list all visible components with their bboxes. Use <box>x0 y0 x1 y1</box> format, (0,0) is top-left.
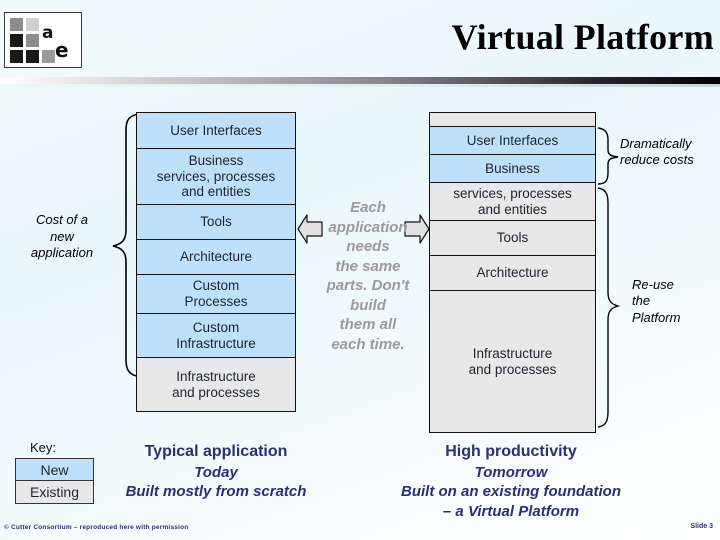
logo-square-4 <box>26 34 39 47</box>
right-stack-cell-2: Business <box>430 155 595 183</box>
right-brace-top-icon <box>597 127 619 185</box>
caption-right-line1: High productivity <box>445 443 577 460</box>
left-stack-cell-5: Custom Infrastructure <box>137 314 295 358</box>
logo-square-3 <box>10 34 23 47</box>
title-divider-rule <box>0 77 720 84</box>
right-stack-cell-3: services, processes and entities <box>430 183 595 221</box>
slide-canvas: a e Virtual Platform Cost of a new applica… <box>0 0 720 540</box>
caption-right-line3: Built on an existing foundation <box>401 483 621 501</box>
logo-letter-e-icon: e <box>55 38 69 62</box>
title-divider-shadow <box>0 84 720 87</box>
right-stack-virtual-platform: User Interfaces Business services, process… <box>429 112 596 433</box>
left-stack-cell-1: Business services, processes and entities <box>137 149 295 205</box>
left-stack-cell-6: Infrastructure and processes <box>137 358 295 411</box>
key-item-existing: Existing <box>16 481 93 503</box>
logo-square-2 <box>26 18 39 31</box>
caption-left-line1: Typical application <box>144 443 288 460</box>
caption-right-line4: – a Virtual Platform <box>442 502 580 520</box>
key-legend: New Existing <box>15 458 94 504</box>
left-stack-cell-0: User Interfaces <box>137 113 295 149</box>
caption-left: Typical application Today Built mostly f… <box>108 442 324 502</box>
left-stack-typical-application: User Interfaces Business services, process… <box>136 112 296 412</box>
key-title: Key: <box>30 440 57 455</box>
cost-of-new-application-label: Cost of a new application <box>30 212 94 261</box>
slide-number: Slide 3 <box>690 523 713 530</box>
company-logo: a e <box>4 12 82 68</box>
copyright-notice: © Cutter Consortium – reproduced here wi… <box>4 524 189 531</box>
caption-right-line2: Tomorrow <box>474 463 548 481</box>
center-note-text: Each application needs the same parts. Don't… <box>326 199 410 353</box>
logo-square-5 <box>10 50 23 63</box>
left-stack-cell-2: Tools <box>137 205 295 240</box>
right-stack-cell-1: User Interfaces <box>430 127 595 155</box>
logo-square-6 <box>26 50 39 63</box>
right-stack-cell-5: Architecture <box>430 256 595 291</box>
logo-square-1 <box>10 18 23 31</box>
caption-right: High productivity Tomorrow Built on an e… <box>388 442 634 521</box>
logo-square-7 <box>42 50 55 63</box>
callout-reuse-platform: Re-use the Platform <box>632 277 681 325</box>
logo-letter-a-icon: a <box>42 23 54 43</box>
right-stack-cell-4: Tools <box>430 221 595 256</box>
left-stack-cell-4: Custom Processes <box>137 275 295 314</box>
callout-reduce-costs: Dramatically reduce costs <box>620 136 694 168</box>
caption-left-line2: Today <box>194 463 238 481</box>
right-stack-cell-6: Infrastructure and processes <box>430 291 595 432</box>
right-stack-cell-0 <box>430 113 595 127</box>
caption-left-line3: Built mostly from scratch <box>125 483 307 501</box>
right-brace-bottom-icon <box>597 187 621 428</box>
key-item-new: New <box>16 459 93 481</box>
page-title: Virtual Platform <box>451 17 714 57</box>
left-stack-cell-3: Architecture <box>137 240 295 275</box>
